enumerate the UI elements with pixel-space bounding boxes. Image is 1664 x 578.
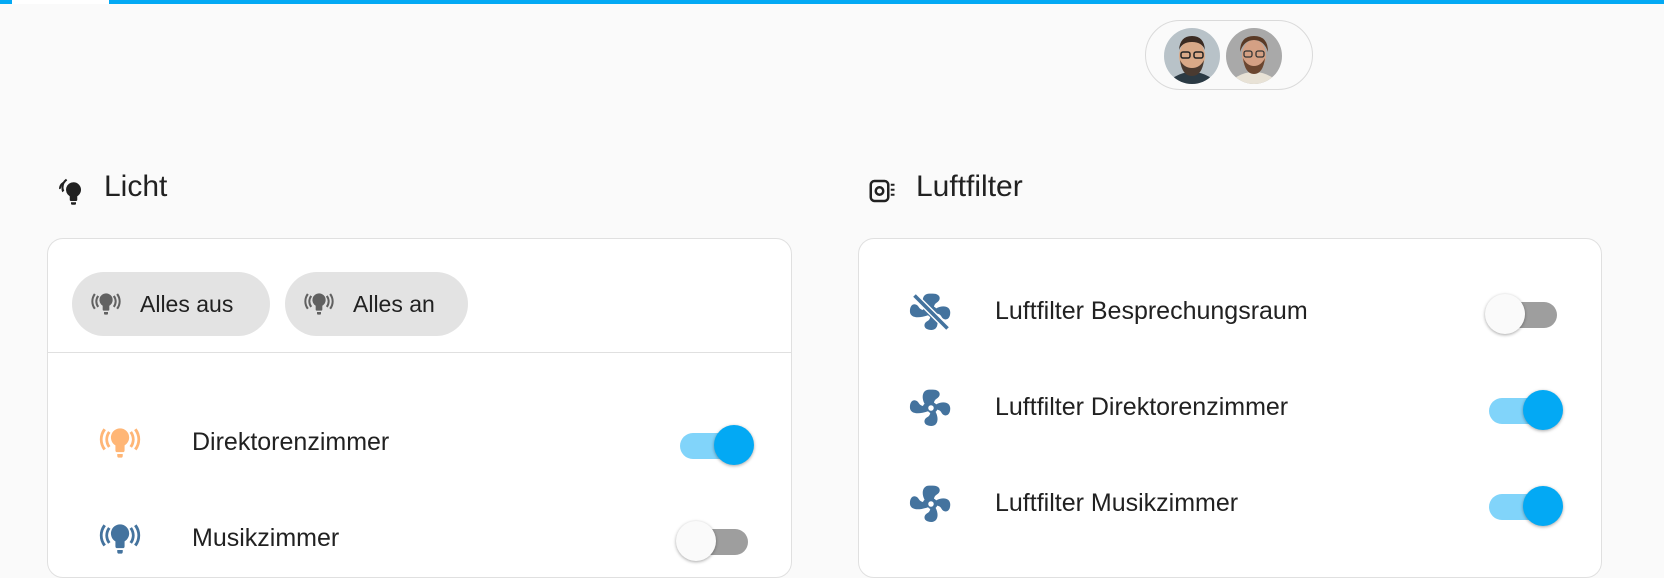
lightbulb-group-icon [58, 178, 81, 205]
avatar[interactable] [1226, 28, 1282, 84]
toggle-switch[interactable] [1487, 482, 1563, 526]
toggle-switch[interactable] [1487, 386, 1563, 430]
section-title-licht: Licht [104, 170, 168, 203]
lightbulb-group-icon [99, 524, 141, 554]
fan-icon [909, 485, 951, 522]
section-title-luftfilter: Luftfilter [916, 170, 1023, 203]
top-progress-bar [0, 0, 1664, 4]
fan-icon [909, 389, 951, 426]
lightbulb-group-icon [91, 293, 121, 315]
luftfilter-card: Luftfilter Besprechungsraum Luftfilter D… [858, 238, 1602, 578]
chip-label: Alles aus [140, 290, 234, 317]
user-avatars-group[interactable] [1145, 20, 1313, 90]
alles-an-button[interactable]: Alles an [285, 272, 468, 336]
entity-label: Direktorenzimmer [192, 428, 390, 456]
toggle-switch[interactable] [678, 421, 754, 465]
chip-label: Alles an [353, 290, 435, 317]
entity-row-luftfilter-direktorenzimmer[interactable]: Luftfilter Direktorenzimmer [859, 378, 1601, 438]
avatar[interactable] [1164, 28, 1220, 84]
entity-row-direktorenzimmer[interactable]: Direktorenzimmer [48, 413, 791, 473]
entity-label: Luftfilter Musikzimmer [995, 489, 1239, 517]
lightbulb-group-icon [99, 428, 141, 458]
lightbulb-group-icon [304, 293, 334, 315]
fan-off-icon [909, 293, 951, 331]
entity-row-luftfilter-besprechungsraum[interactable]: Luftfilter Besprechungsraum [859, 282, 1601, 342]
air-purifier-icon [869, 179, 895, 203]
toggle-switch[interactable] [1485, 290, 1561, 334]
licht-card: Alles aus Alles an Direktorenzimmer Musi… [47, 238, 792, 578]
toggle-switch[interactable] [676, 517, 752, 561]
alles-aus-button[interactable]: Alles aus [72, 272, 270, 336]
top-bar-highlight [12, 0, 109, 4]
entity-row-luftfilter-musikzimmer[interactable]: Luftfilter Musikzimmer [859, 474, 1601, 534]
entity-row-musikzimmer[interactable]: Musikzimmer [48, 509, 791, 569]
entity-label: Musikzimmer [192, 524, 340, 552]
entity-label: Luftfilter Besprechungsraum [995, 297, 1308, 325]
entity-label: Luftfilter Direktorenzimmer [995, 393, 1289, 421]
card-divider [48, 352, 791, 353]
